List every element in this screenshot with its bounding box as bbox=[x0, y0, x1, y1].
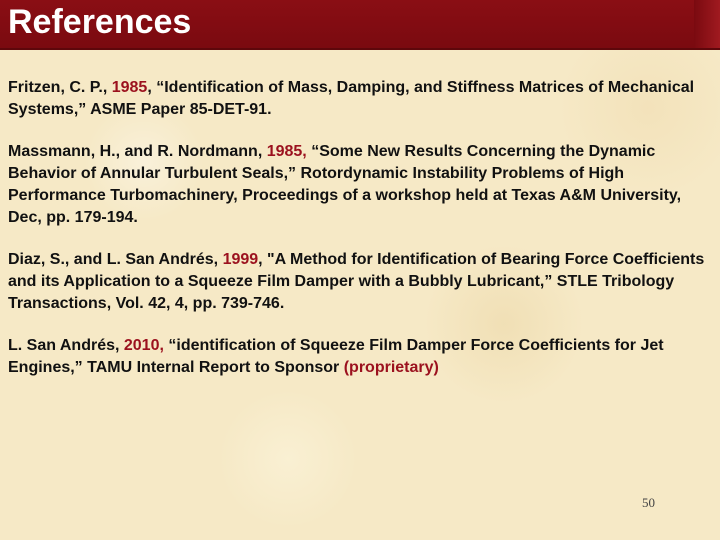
reference-authors: Fritzen, C. P., bbox=[8, 79, 112, 96]
reference-item-1: Fritzen, C. P., 1985, “Identification of… bbox=[8, 77, 708, 121]
reference-authors: Massmann, H., and R. Nordmann, bbox=[8, 143, 267, 160]
title-bar: References bbox=[0, 0, 720, 50]
reference-item-2: Massmann, H., and R. Nordmann, 1985, “So… bbox=[8, 141, 708, 229]
proprietary-tag: (proprietary) bbox=[343, 359, 439, 376]
reference-year: 1999 bbox=[222, 251, 259, 268]
reference-year: 1985 bbox=[111, 79, 148, 96]
page-number: 50 bbox=[642, 495, 655, 510]
reference-list: Fritzen, C. P., 1985, “Identification of… bbox=[8, 77, 708, 399]
reference-authors: L. San Andrés, bbox=[8, 337, 124, 354]
reference-year: 1985, bbox=[266, 143, 307, 160]
title-accent bbox=[694, 0, 720, 48]
reference-authors: Diaz, S., and L. San Andrés, bbox=[8, 251, 223, 268]
reference-item-3: Diaz, S., and L. San Andrés, 1999, "A Me… bbox=[8, 249, 708, 315]
reference-item-4: L. San Andrés, 2010, “identification of … bbox=[8, 335, 708, 379]
reference-year: 2010, bbox=[123, 337, 164, 354]
slide-title: References bbox=[8, 3, 192, 41]
